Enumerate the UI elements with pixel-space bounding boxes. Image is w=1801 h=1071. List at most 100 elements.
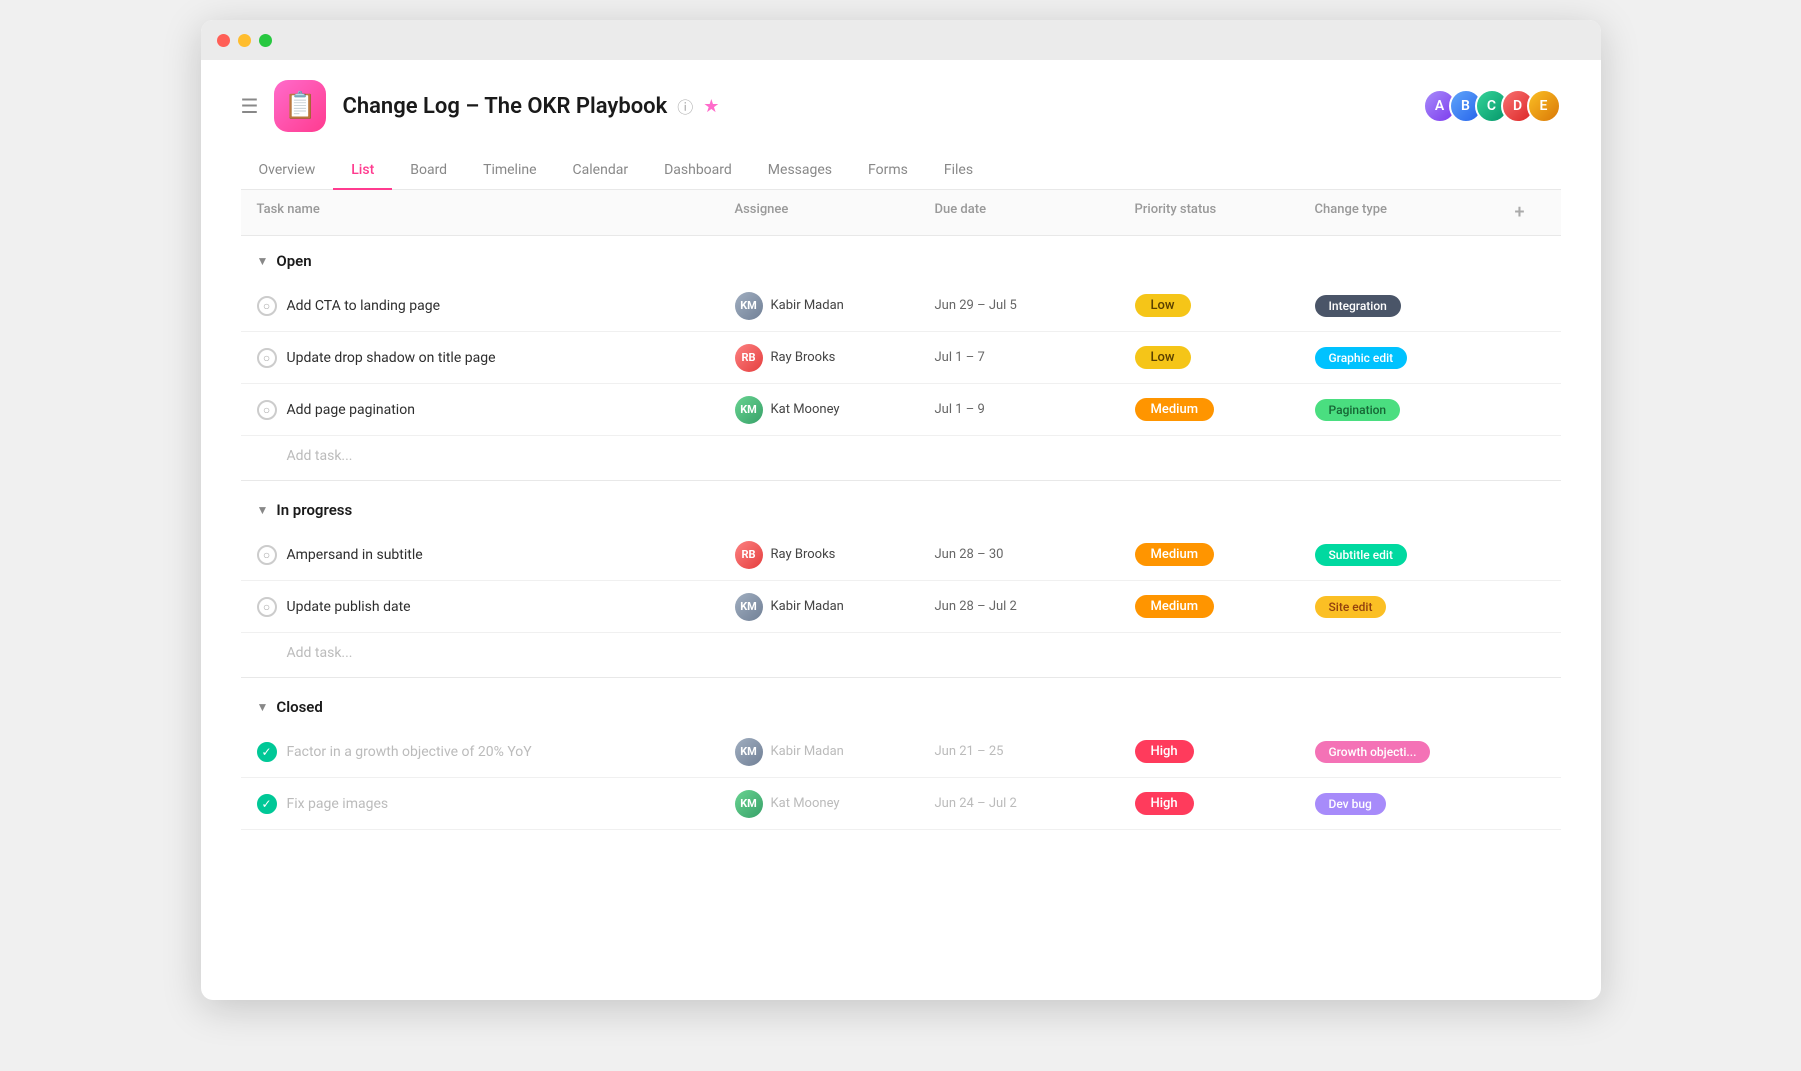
assignee-name: Kat Mooney — [771, 796, 840, 811]
task-name-cell: ○ Ampersand in subtitle — [257, 545, 735, 565]
app-icon: 📋 — [274, 80, 326, 132]
task-check[interactable]: ○ — [257, 597, 277, 617]
task-check-done[interactable]: ✓ — [257, 742, 277, 762]
maximize-button[interactable] — [259, 34, 272, 47]
tab-list[interactable]: List — [333, 152, 392, 190]
task-table: Task name Assignee Due date Priority sta… — [241, 190, 1561, 830]
tab-messages[interactable]: Messages — [750, 152, 850, 190]
type-badge[interactable]: Integration — [1315, 295, 1495, 317]
type-badge[interactable]: Growth objecti... — [1315, 741, 1495, 763]
assignee-cell: KM Kabir Madan — [735, 738, 935, 766]
task-name: Fix page images — [287, 796, 389, 812]
app-title-group: Change Log – The OKR Playbook ⓘ ★ — [342, 94, 719, 119]
priority-badge[interactable]: Low — [1135, 294, 1315, 317]
type-value: Growth objecti... — [1315, 741, 1431, 763]
minimize-button[interactable] — [238, 34, 251, 47]
priority-badge[interactable]: Medium — [1135, 398, 1315, 421]
table-row: ○ Add page pagination KM Kat Mooney Jul … — [241, 384, 1561, 436]
type-value: Graphic edit — [1315, 347, 1408, 369]
priority-badge[interactable]: High — [1135, 792, 1315, 815]
section-open-header[interactable]: ▼ Open — [241, 236, 1561, 280]
avatar[interactable]: E — [1527, 89, 1561, 123]
col-assignee[interactable]: Assignee — [735, 202, 935, 223]
task-check[interactable]: ○ — [257, 296, 277, 316]
info-icon[interactable]: ⓘ — [677, 94, 693, 118]
priority-value: Low — [1135, 346, 1191, 369]
tab-forms[interactable]: Forms — [850, 152, 926, 190]
priority-badge[interactable]: Low — [1135, 346, 1315, 369]
star-icon[interactable]: ★ — [703, 96, 719, 117]
add-column-button[interactable]: + — [1495, 202, 1545, 223]
assignee-cell: KM Kabir Madan — [735, 292, 935, 320]
type-badge[interactable]: Subtitle edit — [1315, 544, 1495, 566]
tab-dashboard[interactable]: Dashboard — [646, 152, 750, 190]
task-check[interactable]: ○ — [257, 348, 277, 368]
add-task-inprogress[interactable]: Add task... — [241, 633, 1561, 673]
task-check-done[interactable]: ✓ — [257, 794, 277, 814]
due-date: Jul 1 – 9 — [935, 402, 1135, 417]
tab-files[interactable]: Files — [926, 152, 991, 190]
table-header: Task name Assignee Due date Priority sta… — [241, 190, 1561, 236]
col-task-name[interactable]: Task name — [257, 202, 735, 223]
section-separator — [241, 480, 1561, 481]
section-inprogress-chevron: ▼ — [257, 503, 269, 517]
assignee-name: Kat Mooney — [771, 402, 840, 417]
assignee-cell: RB Ray Brooks — [735, 344, 935, 372]
priority-badge[interactable]: High — [1135, 740, 1315, 763]
assignee-avatar: RB — [735, 344, 763, 372]
task-name: Add CTA to landing page — [287, 298, 441, 314]
task-name: Ampersand in subtitle — [287, 547, 423, 563]
type-badge[interactable]: Graphic edit — [1315, 347, 1495, 369]
type-value: Integration — [1315, 295, 1401, 317]
app-container: ☰ 📋 Change Log – The OKR Playbook ⓘ ★ A … — [201, 60, 1601, 830]
table-row: ✓ Factor in a growth objective of 20% Yo… — [241, 726, 1561, 778]
assignee-name: Ray Brooks — [771, 547, 836, 562]
priority-badge[interactable]: Medium — [1135, 543, 1315, 566]
task-name-cell: ○ Add page pagination — [257, 400, 735, 420]
section-inprogress-title: In progress — [276, 501, 352, 519]
assignee-name: Ray Brooks — [771, 350, 836, 365]
type-badge[interactable]: Site edit — [1315, 596, 1495, 618]
task-check[interactable]: ○ — [257, 545, 277, 565]
task-name-cell: ✓ Fix page images — [257, 794, 735, 814]
tab-overview[interactable]: Overview — [241, 152, 334, 190]
table-row: ○ Update publish date KM Kabir Madan Jun… — [241, 581, 1561, 633]
assignee-avatar: KM — [735, 790, 763, 818]
tab-calendar[interactable]: Calendar — [555, 152, 647, 190]
priority-value: High — [1135, 740, 1194, 763]
assignee-avatar: KM — [735, 738, 763, 766]
table-row: ○ Update drop shadow on title page RB Ra… — [241, 332, 1561, 384]
col-due-date[interactable]: Due date — [935, 202, 1135, 223]
priority-badge[interactable]: Medium — [1135, 595, 1315, 618]
due-date: Jun 29 – Jul 5 — [935, 298, 1135, 313]
tab-timeline[interactable]: Timeline — [465, 152, 554, 190]
assignee-cell: RB Ray Brooks — [735, 541, 935, 569]
close-button[interactable] — [217, 34, 230, 47]
priority-value: Medium — [1135, 543, 1215, 566]
type-badge[interactable]: Pagination — [1315, 399, 1495, 421]
assignee-avatar: KM — [735, 593, 763, 621]
section-closed-title: Closed — [276, 698, 322, 716]
col-priority[interactable]: Priority status — [1135, 202, 1315, 223]
nav-tabs: Overview List Board Timeline Calendar Da… — [241, 152, 1561, 190]
main-window: ☰ 📋 Change Log – The OKR Playbook ⓘ ★ A … — [201, 20, 1601, 1000]
add-task-open[interactable]: Add task... — [241, 436, 1561, 476]
col-change-type[interactable]: Change type — [1315, 202, 1495, 223]
priority-value: Medium — [1135, 398, 1215, 421]
type-value: Pagination — [1315, 399, 1401, 421]
assignee-cell: KM Kat Mooney — [735, 790, 935, 818]
app-title: Change Log – The OKR Playbook — [342, 94, 667, 119]
type-value: Dev bug — [1315, 793, 1386, 815]
assignee-avatar: KM — [735, 292, 763, 320]
task-check[interactable]: ○ — [257, 400, 277, 420]
section-closed-header[interactable]: ▼ Closed — [241, 682, 1561, 726]
task-name: Update publish date — [287, 599, 411, 615]
tab-board[interactable]: Board — [392, 152, 465, 190]
section-closed-chevron: ▼ — [257, 700, 269, 714]
app-header: ☰ 📋 Change Log – The OKR Playbook ⓘ ★ A … — [241, 80, 1561, 132]
section-inprogress-header[interactable]: ▼ In progress — [241, 485, 1561, 529]
type-badge[interactable]: Dev bug — [1315, 793, 1495, 815]
titlebar — [201, 20, 1601, 60]
menu-icon[interactable]: ☰ — [241, 94, 259, 118]
app-icon-symbol: 📋 — [284, 91, 316, 121]
